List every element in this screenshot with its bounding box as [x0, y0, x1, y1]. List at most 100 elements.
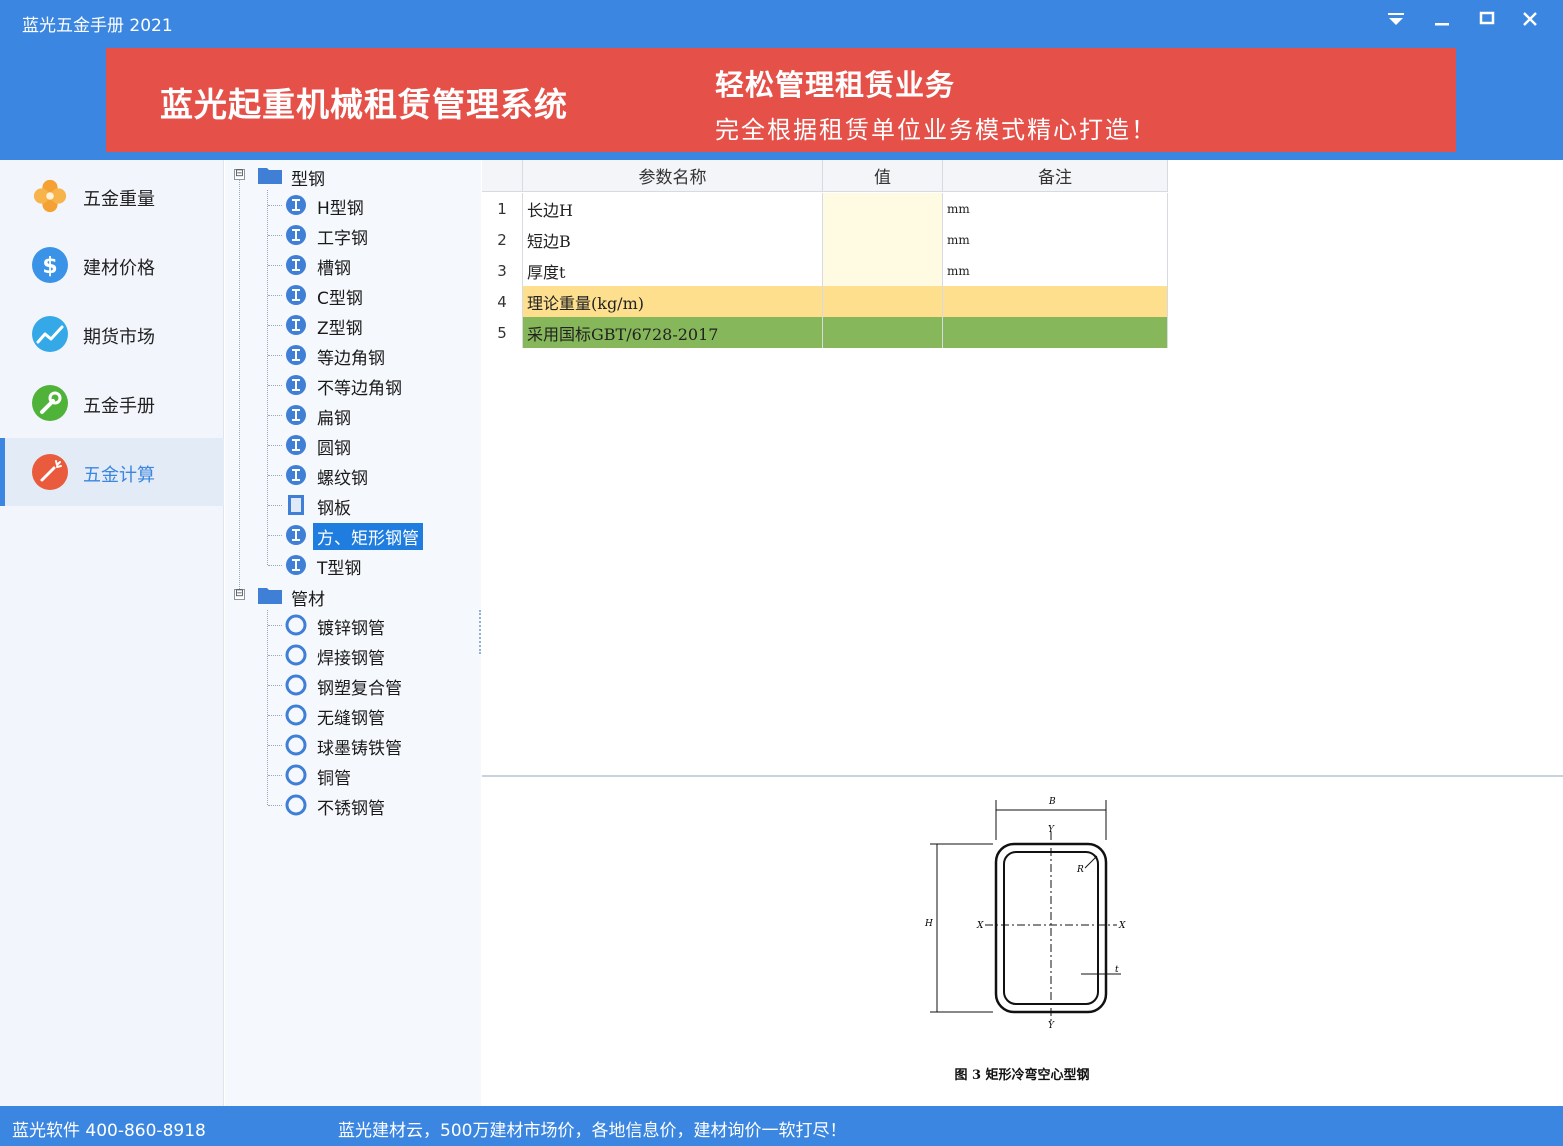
param-note-cell — [943, 317, 1168, 348]
param-name-cell: 厚度t — [523, 255, 823, 286]
tree-item[interactable]: 钢板 — [313, 493, 355, 520]
tree-item[interactable]: Z型钢 — [313, 313, 367, 340]
param-value-cell[interactable] — [823, 224, 943, 255]
tree-item[interactable]: 镀锌钢管 — [313, 613, 389, 640]
sidebar-item-material-price[interactable]: $ 建材价格 — [0, 231, 224, 299]
param-note-cell: mm — [943, 224, 1168, 255]
label-y-top: Y — [1048, 825, 1055, 835]
folder-icon — [258, 166, 282, 184]
table-row[interactable]: 1 长边H mm — [482, 193, 1168, 224]
banner-subtitle: 完全根据租赁单位业务模式精心打造！ — [715, 116, 1157, 144]
ring-icon — [285, 734, 307, 756]
label-b: B — [1048, 797, 1056, 807]
i-beam-icon — [285, 464, 307, 486]
row-number: 3 — [482, 255, 523, 286]
tree-item[interactable]: 铜管 — [313, 763, 355, 790]
tree-guide — [268, 685, 282, 686]
grid-header-value[interactable]: 值 — [823, 160, 943, 192]
tree-guide — [268, 565, 282, 566]
tree-item[interactable]: 螺纹钢 — [313, 463, 372, 490]
sidebar-item-hardware-manual[interactable]: 五金手册 — [0, 369, 224, 437]
sidebar-item-futures-market[interactable]: 期货市场 — [0, 300, 224, 368]
param-value-cell[interactable] — [823, 286, 943, 317]
tree-item[interactable]: 球墨铸铁管 — [313, 733, 406, 760]
param-value-cell[interactable] — [823, 255, 943, 286]
splitter-handle[interactable] — [479, 610, 482, 654]
sidebar-item-hardware-weight[interactable]: 五金重量 — [0, 162, 224, 230]
svg-text:$: $ — [42, 254, 57, 279]
status-advert[interactable]: 蓝光建材云，500万建材市场价，各地信息价，建材询价一软打尽！ — [338, 1116, 846, 1141]
advert-banner[interactable]: 蓝光起重机械租赁管理系统 轻松管理租赁业务 完全根据租赁单位业务模式精心打造！ — [106, 48, 1456, 152]
tree-guide — [268, 325, 282, 326]
sidebar-item-label: 期货市场 — [83, 327, 155, 348]
i-beam-icon — [285, 434, 307, 456]
tree-item[interactable]: 等边角钢 — [313, 343, 389, 370]
tree-item[interactable]: 不等边角钢 — [313, 373, 406, 400]
param-value-cell[interactable] — [823, 193, 943, 224]
label-h: H — [924, 919, 933, 929]
label-x-left: X — [976, 921, 984, 931]
sidebar-item-label: 建材价格 — [83, 258, 155, 279]
grid-header-name[interactable]: 参数名称 — [523, 160, 823, 192]
table-row[interactable]: 5 采用国标GBT/6728-2017 — [482, 317, 1168, 348]
tree-item[interactable]: 扁钢 — [313, 403, 355, 430]
expander-icon[interactable]: ⊟ — [234, 589, 245, 600]
i-beam-icon — [285, 344, 307, 366]
i-beam-icon — [285, 284, 307, 306]
tree-guide — [268, 295, 282, 296]
tree-group-pipes[interactable]: 管材 — [287, 584, 329, 611]
pane-divider[interactable] — [482, 775, 1563, 777]
tree-item[interactable]: 不锈钢管 — [313, 793, 389, 820]
expander-icon[interactable]: ⊟ — [234, 169, 245, 180]
ring-icon — [285, 704, 307, 726]
tree-item[interactable]: C型钢 — [313, 283, 367, 310]
tree-item[interactable]: 槽钢 — [313, 253, 355, 280]
tree-item[interactable]: 工字钢 — [313, 223, 372, 250]
close-icon[interactable] — [1515, 6, 1545, 32]
tree-guide — [239, 180, 240, 595]
tree-item[interactable]: 无缝钢管 — [313, 703, 389, 730]
table-row[interactable]: 2 短边B mm — [482, 224, 1168, 255]
wand-icon — [32, 454, 68, 490]
i-beam-icon — [285, 374, 307, 396]
tree-guide — [268, 475, 282, 476]
i-beam-icon — [285, 554, 307, 576]
plate-icon — [285, 494, 307, 516]
tree-item[interactable]: T型钢 — [313, 553, 365, 580]
sidebar: 五金重量 $ 建材价格 期货市场 五金手册 五金计算 — [0, 160, 224, 1106]
tree-guide — [268, 715, 282, 716]
section-diagram: B Y Y X X R H t 图 3 矩形冷弯空心型钢 — [885, 782, 1159, 1104]
tree-guide — [268, 775, 282, 776]
tree-group-section-steel[interactable]: 型钢 — [287, 164, 329, 191]
param-value-cell[interactable] — [823, 317, 943, 348]
table-row[interactable]: 4 理论重量(kg/m) — [482, 286, 1168, 317]
tree-item[interactable]: 圆钢 — [313, 433, 355, 460]
row-number: 4 — [482, 286, 523, 317]
param-name-cell: 长边H — [523, 193, 823, 224]
grid-header-note[interactable]: 备注 — [943, 160, 1168, 192]
menu-icon[interactable] — [1381, 6, 1411, 32]
clover-icon — [32, 178, 68, 214]
tree-guide — [268, 385, 282, 386]
tree-item[interactable]: H型钢 — [313, 193, 368, 220]
table-row[interactable]: 3 厚度t mm — [482, 255, 1168, 286]
trend-icon — [32, 316, 68, 352]
dollar-icon: $ — [32, 247, 68, 283]
ring-icon — [285, 764, 307, 786]
param-note-cell: mm — [943, 255, 1168, 286]
figure-caption: 图 3 矩形冷弯空心型钢 — [954, 1068, 1090, 1083]
tree-item[interactable]: 方、矩形钢管 — [313, 523, 423, 550]
minimize-icon[interactable] — [1427, 6, 1457, 32]
sidebar-item-hardware-calc[interactable]: 五金计算 — [0, 438, 224, 506]
maximize-icon[interactable] — [1472, 6, 1502, 32]
tree-guide — [268, 535, 282, 536]
i-beam-icon — [285, 314, 307, 336]
rectangular-tube-drawing: B Y Y X X R H t — [924, 797, 1126, 1031]
i-beam-icon — [285, 194, 307, 216]
tree-item[interactable]: 焊接钢管 — [313, 643, 389, 670]
ring-icon — [285, 614, 307, 636]
i-beam-icon — [285, 524, 307, 546]
label-r: R — [1076, 865, 1084, 875]
tree-item[interactable]: 钢塑复合管 — [313, 673, 406, 700]
row-number: 2 — [482, 224, 523, 255]
